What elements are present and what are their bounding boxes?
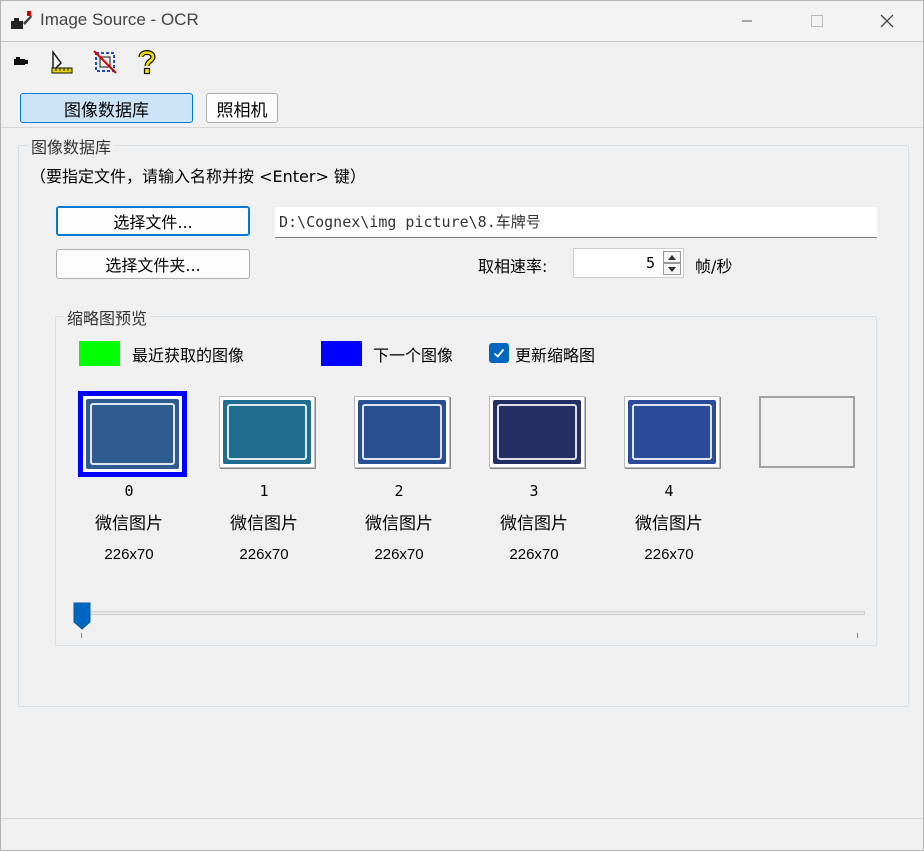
license-plate-image [223, 400, 311, 464]
next-image-legend-label: 下一个图像 [373, 346, 454, 365]
license-plate-image [86, 399, 179, 469]
tab-camera[interactable]: 照相机 [206, 93, 278, 123]
spin-up-button[interactable] [663, 251, 681, 263]
thumbnail-dimensions: 226x70 [374, 546, 424, 563]
thumbnail-name: 微信图片 [95, 514, 163, 534]
maximize-button[interactable] [794, 1, 840, 41]
thumbnail-slider-track[interactable] [79, 611, 865, 615]
camera-tool-icon[interactable] [7, 48, 35, 76]
status-bar [1, 818, 923, 850]
thumbnail-preview-title: 缩略图预览 [64, 305, 151, 329]
minimize-button[interactable] [724, 1, 770, 41]
acquisition-rate-unit: 帧/秒 [695, 257, 733, 276]
update-thumbnails-label: 更新缩略图 [515, 346, 596, 365]
thumbnail-2[interactable] [354, 396, 450, 468]
acquisition-rate-spinbox[interactable]: 5 [573, 248, 684, 278]
window-title: Image Source - OCR [40, 10, 199, 29]
thumbnail-dimensions: 226x70 [509, 546, 559, 563]
thumbnail-dimensions: 226x70 [239, 546, 289, 563]
title-bar: Image Source - OCR [1, 1, 923, 41]
file-path-input[interactable]: D:\Cognex\img picture\8.车牌号 [275, 207, 877, 238]
roi-tool-icon[interactable] [91, 48, 119, 76]
thumbnail-name: 微信图片 [230, 514, 298, 534]
thumbnail-name: 微信图片 [365, 514, 433, 534]
thumbnail-4[interactable] [624, 396, 720, 468]
tab-separator [1, 127, 923, 128]
slider-tick [857, 633, 858, 638]
update-thumbnails-checkbox[interactable] [489, 343, 509, 363]
slider-tick [81, 633, 82, 638]
license-plate-image [493, 400, 581, 464]
instruction-text: （要指定文件，请输入名称并按 <Enter> 键） [30, 167, 366, 186]
thumbnail-index: 1 [259, 482, 269, 500]
thumbnail-0[interactable] [78, 391, 187, 477]
next-image-color-swatch [321, 341, 362, 366]
slider-thumb-handle[interactable] [73, 602, 91, 630]
toolbar [1, 41, 923, 81]
recent-image-color-swatch [79, 341, 120, 366]
close-button[interactable] [864, 1, 910, 41]
thumbnail-dimensions: 226x70 [644, 546, 694, 563]
help-icon[interactable] [133, 48, 161, 76]
spin-down-button[interactable] [663, 263, 681, 275]
image-source-window: Image Source - OCR 图像数据库 照相机 图像数据库 （要指定文… [0, 0, 924, 851]
acquisition-rate-value[interactable]: 5 [646, 254, 655, 272]
camera-app-icon [9, 9, 33, 33]
select-file-button[interactable]: 选择文件... [56, 206, 250, 236]
thumbnail-dimensions: 226x70 [104, 546, 154, 563]
thumbnail-index: 3 [529, 482, 539, 500]
thumbnail-1[interactable] [219, 396, 315, 468]
checkmark-icon [493, 348, 505, 358]
acquisition-rate-label: 取相速率: [478, 257, 548, 276]
thumbnail-index: 0 [124, 482, 134, 500]
license-plate-image [628, 400, 716, 464]
thumbnail-3[interactable] [489, 396, 585, 468]
thumbnail-name: 微信图片 [635, 514, 703, 534]
thumbnail-index: 2 [394, 482, 404, 500]
calibration-tool-icon[interactable] [48, 48, 76, 76]
thumbnail-empty-slot[interactable] [759, 396, 855, 468]
recent-image-legend-label: 最近获取的图像 [132, 346, 245, 365]
thumbnail-name: 微信图片 [500, 514, 568, 534]
select-folder-button[interactable]: 选择文件夹... [56, 249, 250, 279]
image-database-group-title: 图像数据库 [28, 134, 115, 158]
license-plate-image [358, 400, 446, 464]
thumbnail-index: 4 [664, 482, 674, 500]
tab-image-database[interactable]: 图像数据库 [20, 93, 193, 123]
